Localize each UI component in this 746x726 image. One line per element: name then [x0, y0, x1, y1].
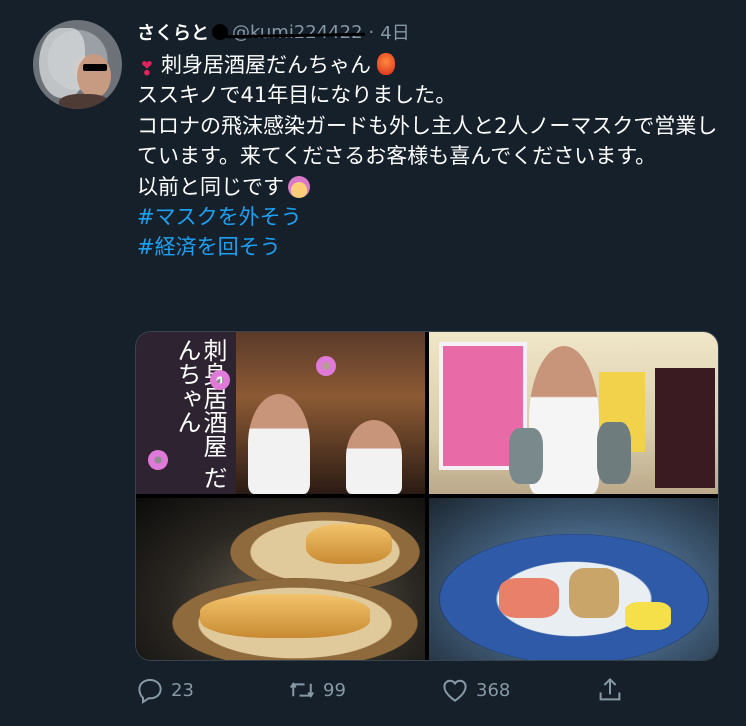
- flower-decoration: [210, 370, 230, 390]
- retweet-button[interactable]: 99: [287, 672, 346, 708]
- fish: [509, 428, 543, 484]
- tweet-header: さくらと @kumi224422 · 4日: [137, 18, 410, 46]
- tweet-text: ❣ 刺身居酒屋だんちゃん ススキノで41年目になりました。 コロナの飛沫感染ガード…: [137, 50, 727, 263]
- lemon-slice: [625, 602, 671, 630]
- person-raising-hand-icon: [288, 175, 310, 198]
- hashtag-link[interactable]: #経済を回そう: [137, 232, 727, 262]
- media-grid: 刺身居酒屋 だんちゃん: [135, 331, 719, 661]
- retweet-count: 99: [323, 679, 346, 701]
- action-bar: 23 99 368: [135, 672, 735, 708]
- flower-decoration: [148, 450, 168, 470]
- reply-count: 23: [171, 679, 194, 701]
- share-icon: [599, 677, 621, 701]
- photo-fried-fish[interactable]: [136, 498, 425, 660]
- share-button[interactable]: [595, 672, 625, 708]
- like-count: 368: [476, 679, 511, 701]
- poster: [655, 368, 715, 488]
- avatar-redaction: [83, 64, 107, 71]
- hashtag-link[interactable]: #マスクを外そう: [137, 202, 727, 232]
- sashimi: [569, 568, 619, 618]
- heart-exclamation-icon: ❣: [139, 58, 155, 80]
- reply-icon: [138, 678, 162, 704]
- reply-button[interactable]: 23: [135, 672, 194, 708]
- avatar-hair: [39, 28, 85, 98]
- photo-man-holding-fish[interactable]: [429, 332, 718, 494]
- tweet-line-4: 以前と同じです: [137, 172, 727, 202]
- like-button[interactable]: 368: [440, 672, 510, 708]
- fish: [597, 422, 631, 484]
- like-icon: [443, 679, 467, 702]
- avatar-face: [77, 54, 111, 98]
- tweet-line-1: ❣ 刺身居酒屋だんちゃん: [137, 50, 727, 80]
- shop-sign-banner: 刺身居酒屋 だんちゃん: [136, 332, 236, 494]
- user-handle[interactable]: @kumi224422: [232, 22, 363, 43]
- fried-fish: [200, 594, 370, 638]
- timestamp[interactable]: 4日: [380, 19, 409, 45]
- photo-sashimi-platter[interactable]: [429, 498, 718, 660]
- photo-owners-with-sign[interactable]: 刺身居酒屋 だんちゃん: [136, 332, 425, 494]
- shop-name: 刺身居酒屋だんちゃん: [161, 53, 371, 77]
- lantern-icon: [377, 53, 395, 75]
- fried-fish: [306, 524, 392, 564]
- avatar-shirt: [59, 94, 109, 109]
- man-figure: [248, 394, 310, 494]
- display-name[interactable]: さくらと: [137, 19, 209, 45]
- shop-sign-text: 刺身居酒屋 だんちゃん: [173, 338, 227, 490]
- flower-decoration: [316, 356, 336, 376]
- avatar[interactable]: [33, 20, 122, 109]
- retweet-icon: [289, 681, 315, 699]
- tweet-line-4-text: 以前と同じです: [137, 174, 284, 199]
- tweet-line-2: ススキノで41年目になりました。: [137, 83, 457, 108]
- sashimi: [499, 578, 559, 618]
- tweet-line-3: コロナの飛沫感染ガードも外し主人と2人ノーマスクで営業しています。来てくださるお…: [137, 113, 718, 169]
- woman-figure: [346, 420, 402, 494]
- separator-dot: ·: [368, 21, 375, 43]
